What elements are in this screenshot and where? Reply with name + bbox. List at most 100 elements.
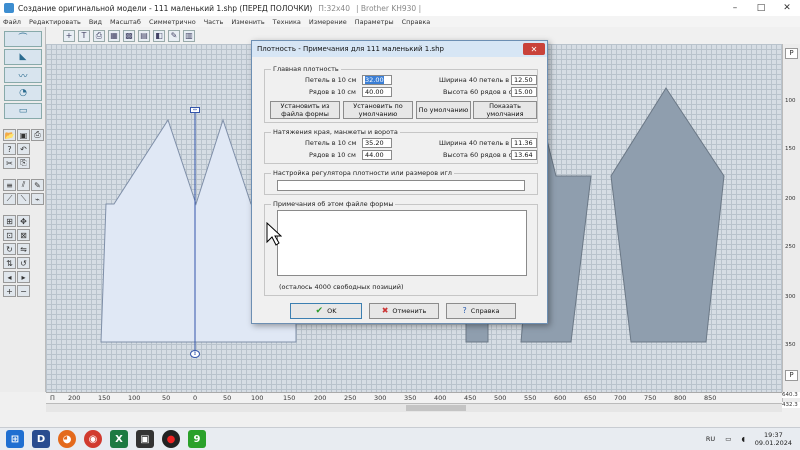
ok-button[interactable]: ✔ OK xyxy=(290,303,362,319)
t-height60-input[interactable]: 13.64 xyxy=(511,150,537,160)
ruler-tick: 100 xyxy=(128,394,141,402)
firefox-icon[interactable]: ◕ xyxy=(58,430,76,448)
menu-scale[interactable]: Масштаб xyxy=(110,18,141,26)
width40-input[interactable]: 12.50 xyxy=(511,75,537,85)
dialog-close-button[interactable]: ✕ xyxy=(523,43,545,55)
undo-icon[interactable]: ↶ xyxy=(17,143,30,155)
menu-edit[interactable]: Редактировать xyxy=(29,18,81,26)
shape-top-icon[interactable]: ⏜ xyxy=(4,31,42,47)
draw2-icon[interactable]: ⟍ xyxy=(17,193,30,205)
menu-part[interactable]: Часть xyxy=(204,18,224,26)
media-app-icon[interactable]: D xyxy=(32,430,50,448)
print-icon[interactable]: ⎙ xyxy=(93,29,105,42)
ruler-tick: 300 xyxy=(374,394,387,402)
chrome-icon[interactable]: ◉ xyxy=(84,430,102,448)
start-icon[interactable]: ⊞ xyxy=(6,430,24,448)
grid-dots-icon[interactable]: ▤ xyxy=(138,29,150,42)
question-icon: ? xyxy=(462,306,467,315)
stitches-input[interactable]: 32.00 xyxy=(362,75,392,85)
close-window-button[interactable]: ✕ xyxy=(774,0,800,16)
arrow-left-icon[interactable]: ◂ xyxy=(3,271,16,283)
draw-icon[interactable]: ⟋ xyxy=(3,193,16,205)
mirror-icon[interactable]: ⇋ xyxy=(17,243,30,255)
menu-view[interactable]: Вид xyxy=(89,18,102,26)
notes-textarea[interactable] xyxy=(277,210,527,276)
shape-curve-icon[interactable]: ◔ xyxy=(4,85,42,101)
set-default-button[interactable]: Установить по умолчанию xyxy=(343,101,413,119)
menu-technique[interactable]: Техника xyxy=(273,18,301,26)
save-icon[interactable]: ▣ xyxy=(17,129,30,141)
language-indicator[interactable]: RU xyxy=(706,435,715,443)
help-tool-icon[interactable]: ? xyxy=(3,143,16,155)
copy-icon[interactable]: ⎘ xyxy=(17,157,30,169)
rotate2-icon[interactable]: ↺ xyxy=(17,257,30,269)
help-button[interactable]: ? Справка xyxy=(446,303,516,319)
print-tool-icon[interactable]: ⎙ xyxy=(31,129,44,141)
zoom-icon[interactable]: ◧ xyxy=(153,29,165,42)
open-icon[interactable]: 📂 xyxy=(3,129,16,141)
volume-icon[interactable]: ◖ xyxy=(741,435,744,443)
menu-file[interactable]: Файл xyxy=(3,18,21,26)
group-label: Натяжения края, манжеты и ворота xyxy=(271,128,400,136)
draw3-icon[interactable]: ⌁ xyxy=(31,193,44,205)
t-rows-input[interactable]: 44.00 xyxy=(362,150,392,160)
menu-params[interactable]: Параметры xyxy=(355,18,394,26)
arrow-right-icon[interactable]: ▸ xyxy=(17,271,30,283)
show-defaults-button[interactable]: Показать умолчания xyxy=(473,101,537,119)
cut-icon[interactable]: ✂ xyxy=(3,157,16,169)
pencil-tool-icon[interactable]: ✎ xyxy=(31,179,44,191)
node-icon[interactable]: ⊡ xyxy=(3,229,16,241)
t-stitches-input[interactable]: 35.20 xyxy=(362,138,392,148)
ruler-tick: 250 xyxy=(344,394,357,402)
app-9-icon[interactable]: 9 xyxy=(188,430,206,448)
minimize-button[interactable]: – xyxy=(722,0,748,16)
right-p-button[interactable]: P xyxy=(785,48,798,59)
clock[interactable]: 19:37 09.01.2024 xyxy=(755,431,792,447)
node2-icon[interactable]: ⊠ xyxy=(17,229,30,241)
plus-icon[interactable]: + xyxy=(3,285,16,297)
title-bar: Создание оригинальной модели - 111 мален… xyxy=(0,0,800,16)
menu-change[interactable]: Изменить xyxy=(231,18,264,26)
t-width40-input[interactable]: 11.36 xyxy=(511,138,537,148)
default-button[interactable]: По умолчанию xyxy=(416,101,471,119)
editor-icon[interactable]: ▣ xyxy=(136,430,154,448)
menu-symmetric[interactable]: Симметрично xyxy=(149,18,196,26)
set-from-file-button[interactable]: Установить из файла формы xyxy=(270,101,340,119)
horizontal-scrollbar[interactable] xyxy=(46,403,782,412)
height60-label: Высота 60 рядов в см xyxy=(443,88,518,96)
rows-input[interactable]: 40.00 xyxy=(362,87,392,97)
record-icon[interactable]: ● xyxy=(162,430,180,448)
maximize-button[interactable]: □ xyxy=(748,0,774,16)
rotate-icon[interactable]: ↻ xyxy=(3,243,16,255)
height60-input[interactable]: 15.00 xyxy=(511,87,537,97)
layers-icon[interactable]: ▥ xyxy=(183,29,195,42)
grid-icon[interactable]: ▦ xyxy=(108,29,120,42)
network-icon[interactable]: ▭ xyxy=(725,435,731,443)
move-icon[interactable]: ✥ xyxy=(17,215,30,227)
group-label: Примечания об этом файле формы xyxy=(271,200,396,208)
right-p-button-bottom[interactable]: P xyxy=(785,370,798,381)
pen-icon[interactable]: ✎ xyxy=(168,29,180,42)
excel-icon[interactable]: X xyxy=(110,430,128,448)
crosshair-icon[interactable]: + xyxy=(63,29,75,42)
shape-flat-icon[interactable]: ▭ xyxy=(4,103,42,119)
ruler-tick: 800 xyxy=(674,394,687,402)
resize-handle-bottom[interactable]: ⇕ xyxy=(190,350,200,358)
shape-sleeve-icon[interactable]: ◣ xyxy=(4,49,42,65)
select-icon[interactable]: ⊞ xyxy=(3,215,16,227)
flip-icon[interactable]: ⇅ xyxy=(3,257,16,269)
menu-measure[interactable]: Измерение xyxy=(309,18,347,26)
menu-help[interactable]: Справка xyxy=(402,18,431,26)
ruler-tool-icon[interactable]: ⫽ xyxy=(17,179,30,191)
density-dialog: Плотность - Примечания для 111 маленький… xyxy=(251,40,548,324)
shape-wave-icon[interactable]: 〰 xyxy=(4,67,42,83)
group-label: Главная плотность xyxy=(271,65,341,73)
minus-icon[interactable]: − xyxy=(17,285,30,297)
grid-fine-icon[interactable]: ▩ xyxy=(123,29,135,42)
scrollbar-thumb[interactable] xyxy=(406,405,466,411)
lines-icon[interactable]: ≡ xyxy=(3,179,16,191)
resize-handle-top[interactable]: ⇔ xyxy=(190,107,200,113)
tshirt-icon[interactable]: T xyxy=(78,29,90,42)
regulator-input[interactable] xyxy=(277,180,525,191)
cancel-button[interactable]: ✖ Отменить xyxy=(369,303,439,319)
